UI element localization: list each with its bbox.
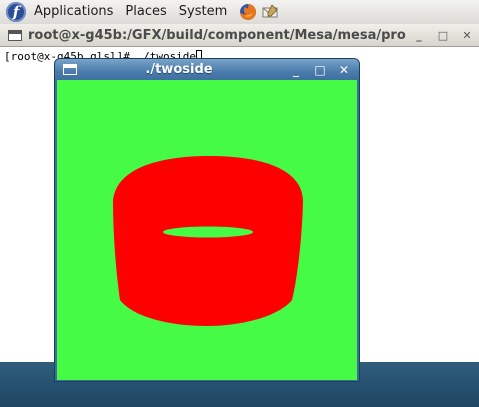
menu-places[interactable]: Places (125, 1, 166, 23)
twoside-titlebar[interactable]: ./twoside _ □ ✕ (55, 59, 359, 80)
desktop-screen: f Applications Places System root@x-g45b… (0, 0, 479, 407)
rendered-cylinder (113, 156, 303, 326)
terminal-title: root@x-g45b:/GFX/build/component/Mesa/me… (28, 27, 406, 43)
twoside-window[interactable]: ./twoside _ □ ✕ (54, 58, 360, 382)
twoside-window-controls: _ □ ✕ (283, 59, 355, 80)
fedora-logo-icon[interactable]: f (6, 2, 26, 22)
gl-canvas[interactable] (57, 80, 357, 380)
top-panel: f Applications Places System (0, 0, 479, 25)
twoside-minimize-button[interactable]: _ (285, 61, 307, 79)
menu-system[interactable]: System (179, 1, 227, 23)
firefox-icon[interactable] (239, 3, 257, 21)
terminal-titlebar[interactable]: root@x-g45b:/GFX/build/component/Mesa/me… (0, 24, 479, 47)
twoside-maximize-button[interactable]: □ (309, 61, 331, 79)
terminal-minimize-button[interactable]: _ (407, 24, 431, 46)
terminal-window-controls: _ □ ✕ (407, 24, 479, 46)
terminal-icon (8, 29, 22, 41)
menu-applications[interactable]: Applications (34, 1, 113, 23)
mail-icon[interactable] (261, 3, 279, 21)
terminal-maximize-button[interactable]: □ (431, 24, 455, 46)
twoside-title: ./twoside (145, 62, 213, 77)
terminal-close-button[interactable]: ✕ (455, 24, 479, 46)
cylinder-inner-opening (163, 226, 253, 238)
cylinder-body (113, 156, 303, 326)
twoside-close-button[interactable]: ✕ (333, 61, 355, 79)
